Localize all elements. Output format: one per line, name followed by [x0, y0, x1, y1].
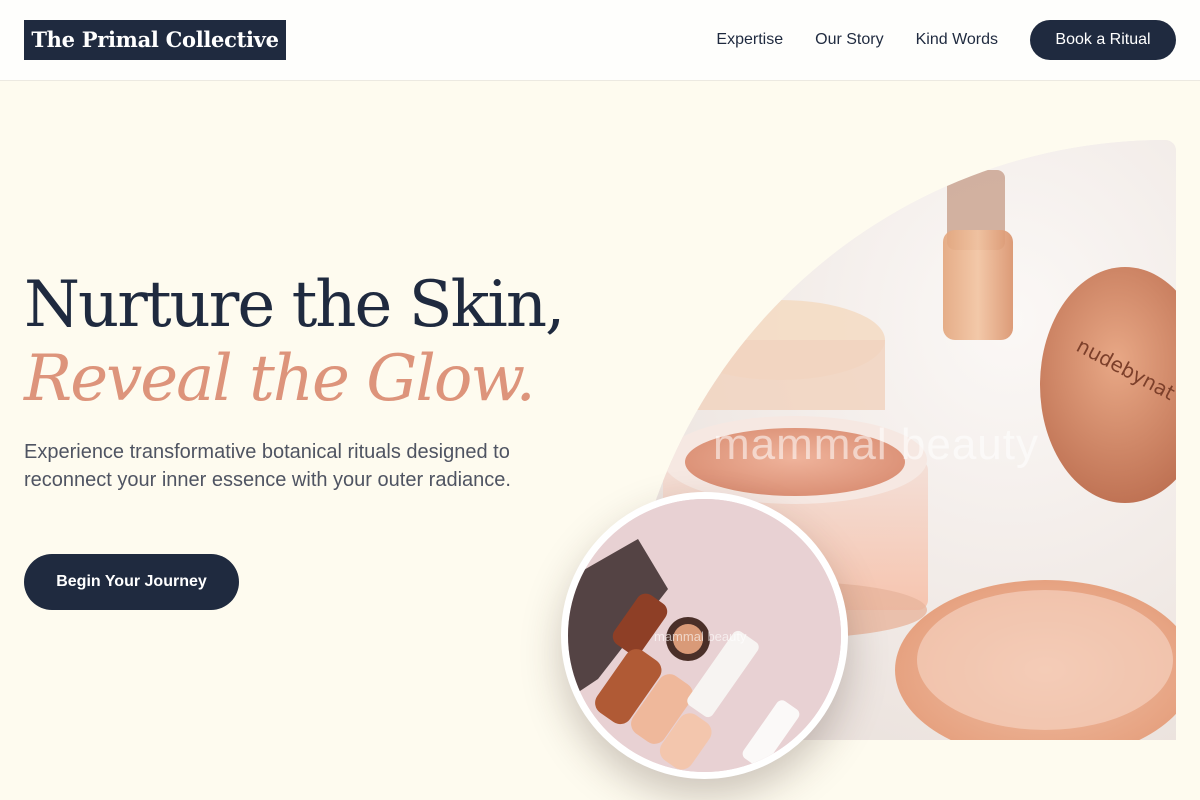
hero-title: Nurture the Skin, Reveal the Glow.	[24, 268, 565, 416]
hero-title-line1: Nurture the Skin,	[24, 268, 565, 342]
hero-title-line2: Reveal the Glow.	[24, 342, 536, 416]
nav-link-expertise[interactable]: Expertise	[716, 31, 783, 49]
inset-watermark: mammal beauty	[654, 629, 747, 644]
book-ritual-button[interactable]: Book a Ritual	[1030, 20, 1176, 60]
main-nav: Expertise Our Story Kind Words Book a Ri…	[716, 20, 1176, 60]
nav-link-our-story[interactable]: Our Story	[815, 31, 883, 49]
brand-logo[interactable]: The Primal Collective	[24, 20, 286, 60]
inset-product-photo: mammal beauty	[561, 492, 848, 779]
image-watermark: mammal beauty	[713, 420, 1040, 469]
nav-link-kind-words[interactable]: Kind Words	[916, 31, 998, 49]
begin-journey-button[interactable]: Begin Your Journey	[24, 554, 239, 610]
site-header: The Primal Collective Expertise Our Stor…	[0, 0, 1200, 81]
hero-subtitle: Experience transformative botanical ritu…	[24, 441, 511, 491]
